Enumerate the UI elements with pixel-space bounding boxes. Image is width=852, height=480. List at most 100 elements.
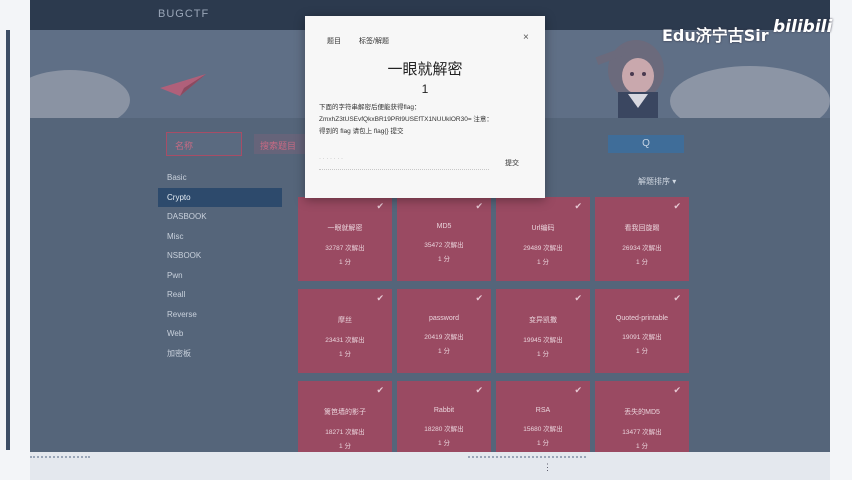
challenge-name: 变异凯撒 [529, 317, 557, 324]
modal-score: 1 [421, 82, 429, 96]
challenge-score: 1 分 [537, 351, 549, 358]
challenge-score: 1 分 [339, 443, 351, 450]
challenge-card[interactable]: ✔ 篱笆墙的影子 18271 次解出 1 分 [298, 381, 392, 452]
check-icon: ✔ [376, 293, 384, 303]
check-icon: ✔ [376, 385, 384, 395]
bottom-divider [468, 456, 586, 458]
challenge-solves: 18271 次解出 [325, 429, 365, 436]
watermark-text: Edu济宁古Sir [662, 26, 769, 45]
challenge-score: 1 分 [537, 440, 549, 447]
host-left-bar [6, 30, 10, 450]
challenge-name: 一眼就解密 [327, 225, 363, 232]
challenge-score: 1 分 [636, 348, 648, 355]
description-line: ZmxhZ3tUSEvfQkxBR19PRl9USEfTX1NUUklOR30=… [319, 116, 493, 123]
challenge-card[interactable]: ✔ Quoted-printable 19091 次解出 1 分 [595, 289, 689, 373]
category-item[interactable]: 加密板 [158, 344, 282, 364]
challenge-card[interactable]: ✔ 丢失的MD5 13477 次解出 1 分 [595, 381, 689, 452]
challenge-name: 摩丝 [338, 317, 352, 324]
challenge-name: 丢失的MD5 [624, 409, 660, 416]
search-button[interactable]: Q [608, 135, 684, 153]
challenge-name: 看我回旋踢 [624, 225, 660, 232]
challenge-solves: 23431 次解出 [325, 337, 365, 344]
challenge-score: 1 分 [636, 443, 648, 450]
check-icon: ✔ [475, 293, 483, 303]
challenge-score: 1 分 [636, 259, 648, 266]
tab-challenge[interactable]: 题目 [327, 36, 341, 46]
category-item-active[interactable]: Crypto [158, 187, 282, 207]
challenge-card[interactable]: ✔ 变异凯撒 19945 次解出 1 分 [496, 289, 590, 373]
search-name-input[interactable]: 名称 [166, 132, 242, 156]
check-icon: ✔ [574, 293, 582, 303]
category-item[interactable]: Pwn [158, 266, 282, 286]
challenge-card[interactable]: ✔ 摩丝 23431 次解出 1 分 [298, 289, 392, 373]
category-item[interactable]: Reverse [158, 305, 282, 325]
challenge-solves: 26934 次解出 [622, 245, 662, 252]
host-right-strip [830, 0, 852, 480]
check-icon: ✔ [475, 201, 483, 211]
challenge-card[interactable]: ✔ RSA 15680 次解出 1 分 [496, 381, 590, 452]
challenge-name: Quoted-printable [615, 315, 669, 322]
close-icon[interactable]: × [523, 32, 529, 43]
challenge-card[interactable]: ✔ MD5 35472 次解出 1 分 [397, 197, 491, 281]
challenge-name: RSA [535, 407, 551, 414]
category-item[interactable]: Web [158, 324, 282, 344]
description-line: 下面的字符串解密后便能获得flag： [319, 104, 421, 111]
challenge-score: 1 分 [438, 440, 450, 447]
modal-description: 下面的字符串解密后便能获得flag： ZmxhZ3tUSEvfQkxBR19PR… [319, 102, 533, 138]
search-icon: Q [642, 138, 650, 149]
resize-handle-icon[interactable]: ⋮ [543, 462, 552, 473]
category-item[interactable]: Misc [158, 227, 282, 247]
tab-solves[interactable]: 标签/解题 [359, 36, 389, 46]
bilibili-logo: bilibili [773, 17, 833, 37]
challenge-solves: 29489 次解出 [523, 245, 563, 252]
challenge-name: MD5 [436, 223, 452, 230]
category-item[interactable]: Reall [158, 285, 282, 305]
challenge-name: Url编码 [531, 225, 555, 232]
challenge-score: 1 分 [339, 259, 351, 266]
modal-tabs: 题目 标签/解题 [327, 36, 389, 46]
cloud-shape [30, 70, 130, 118]
challenge-score: 1 分 [339, 351, 351, 358]
bottom-divider [30, 456, 90, 458]
check-icon: ✔ [574, 201, 582, 211]
check-icon: ✔ [673, 293, 681, 303]
category-item[interactable]: NSBOOK [158, 246, 282, 266]
challenge-solves: 19091 次解出 [622, 334, 662, 341]
challenge-modal: 题目 标签/解题 × 一眼就解密 1 下面的字符串解密后便能获得flag： Zm… [305, 16, 545, 198]
challenge-name: password [429, 315, 459, 322]
check-icon: ✔ [574, 385, 582, 395]
challenge-solves: 15680 次解出 [523, 426, 563, 433]
cloud-shape [670, 66, 830, 118]
check-icon: ✔ [475, 385, 483, 395]
challenge-solves: 18280 次解出 [424, 426, 464, 433]
submit-button[interactable]: 提交 [505, 158, 519, 168]
challenge-card[interactable]: ✔ Url编码 29489 次解出 1 分 [496, 197, 590, 281]
challenge-solves: 20419 次解出 [424, 334, 464, 341]
challenge-score: 1 分 [537, 259, 549, 266]
challenge-score: 1 分 [438, 348, 450, 355]
flag-input[interactable]: · · · · · · · [319, 156, 489, 170]
check-icon: ✔ [673, 385, 681, 395]
category-item[interactable]: Basic [158, 168, 282, 188]
challenge-solves: 32787 次解出 [325, 245, 365, 252]
sort-dropdown[interactable]: 解题排序 ▾ [638, 176, 676, 187]
challenge-card[interactable]: ✔ Rabbit 18280 次解出 1 分 [397, 381, 491, 452]
challenge-name: Rabbit [433, 407, 455, 414]
paper-plane-icon [160, 74, 206, 96]
challenge-name: 篱笆墙的影子 [324, 409, 366, 416]
modal-title: 一眼就解密 [387, 61, 463, 78]
check-icon: ✔ [376, 201, 384, 211]
category-list: Basic Crypto DASBOOK Misc NSBOOK Pwn Rea… [158, 168, 282, 363]
challenge-card[interactable]: ✔ 一眼就解密 32787 次解出 1 分 [298, 197, 392, 281]
check-icon: ✔ [673, 201, 681, 211]
host-left-strip [0, 0, 30, 480]
navbar-brand[interactable]: BUGCTF [158, 8, 209, 20]
challenge-solves: 19945 次解出 [523, 337, 563, 344]
category-item[interactable]: DASBOOK [158, 207, 282, 227]
description-line: 得到的 flag 请包上 flag{} 提交 [319, 128, 404, 135]
challenge-card[interactable]: ✔ 看我回旋踢 26934 次解出 1 分 [595, 197, 689, 281]
challenge-score: 1 分 [438, 256, 450, 263]
challenge-card[interactable]: ✔ password 20419 次解出 1 分 [397, 289, 491, 373]
challenge-solves: 13477 次解出 [622, 429, 662, 436]
challenge-solves: 35472 次解出 [424, 242, 464, 249]
